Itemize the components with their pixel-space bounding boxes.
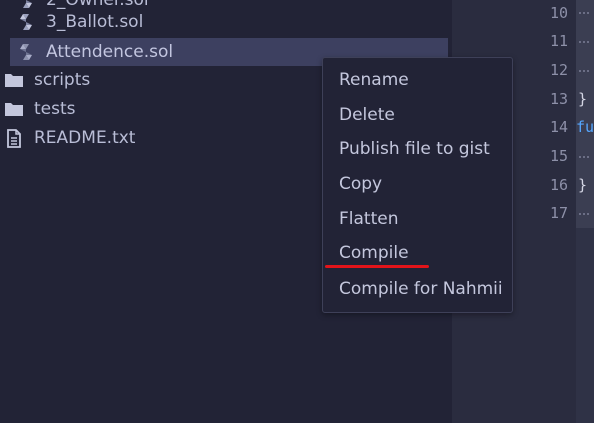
red-underline-annotation — [325, 265, 429, 268]
folder-item-scripts[interactable]: scripts — [4, 66, 90, 94]
file-item-label: README.txt — [34, 128, 136, 148]
menu-item-publish-to-gist[interactable]: Publish file to gist — [339, 139, 490, 159]
folder-icon — [4, 70, 24, 90]
file-item-label: Attendence.sol — [46, 42, 174, 62]
line-number: 10 — [549, 4, 568, 22]
indent-guide — [579, 70, 589, 74]
code-keyword: fu — [576, 118, 594, 136]
menu-item-rename[interactable]: Rename — [339, 70, 409, 90]
folder-item-tests[interactable]: tests — [4, 95, 76, 123]
line-number: 12 — [549, 61, 568, 79]
remix-ide-window: 2_Owner.sol 3_Ballot.sol Attendence.sol … — [0, 0, 594, 423]
indent-guide — [579, 213, 589, 217]
indent-guide — [579, 12, 589, 16]
file-context-menu: Rename Delete Publish file to gist Copy … — [322, 57, 513, 313]
line-number: 15 — [549, 147, 568, 165]
code-brace: } — [578, 176, 588, 194]
code-brace: } — [578, 90, 588, 108]
line-number: 17 — [549, 204, 568, 222]
menu-item-flatten[interactable]: Flatten — [339, 209, 398, 229]
solidity-file-icon — [16, 42, 36, 62]
indent-guide — [579, 41, 589, 45]
menu-item-compile-for-nahmii[interactable]: Compile for Nahmii — [339, 279, 503, 299]
menu-item-compile[interactable]: Compile — [339, 243, 409, 263]
solidity-file-icon — [16, 12, 36, 32]
file-item-label: 3_Ballot.sol — [46, 12, 144, 32]
line-number: 11 — [549, 32, 568, 50]
line-number: 13 — [549, 90, 568, 108]
menu-item-delete[interactable]: Delete — [339, 105, 395, 125]
file-item-readme[interactable]: README.txt — [4, 124, 135, 152]
folder-item-label: scripts — [34, 70, 91, 90]
folder-item-label: tests — [34, 99, 76, 119]
file-item-3-ballot[interactable]: 3_Ballot.sol — [16, 8, 143, 36]
line-number: 16 — [549, 176, 568, 194]
text-file-icon — [4, 128, 24, 148]
folder-icon — [4, 99, 24, 119]
code-text-area[interactable]: } fu } — [576, 0, 594, 423]
menu-item-copy[interactable]: Copy — [339, 174, 382, 194]
indent-guide — [579, 156, 589, 160]
line-number: 14 — [549, 118, 568, 136]
